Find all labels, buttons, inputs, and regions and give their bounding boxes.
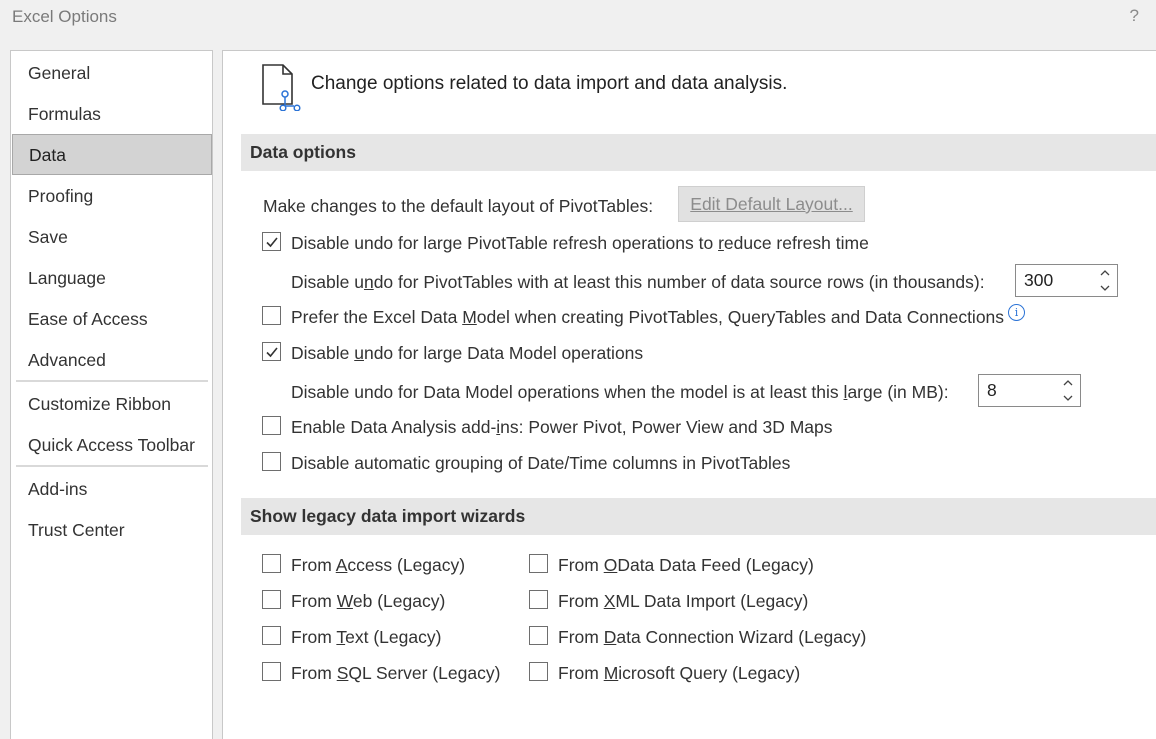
legacy-msquery-checkbox[interactable]	[529, 662, 548, 681]
nav-item-language[interactable]: Language	[12, 258, 212, 299]
nav-separator	[16, 380, 208, 382]
checkmark-icon	[266, 237, 278, 248]
prefer-data-model-label[interactable]: Prefer the Excel Data Model when creatin…	[291, 307, 1004, 328]
disable-grouping-checkbox[interactable]	[262, 452, 281, 471]
nav-item-add-ins[interactable]: Add-ins	[12, 469, 212, 510]
legacy-data-connection-label[interactable]: From Data Connection Wizard (Legacy)	[558, 627, 866, 648]
prefer-data-model-checkbox[interactable]	[262, 306, 281, 325]
edit-default-layout-button-label: Edit Default Layout...	[690, 194, 853, 214]
model-size-label: Disable undo for Data Model operations w…	[291, 382, 949, 402]
legacy-odata-checkbox[interactable]	[529, 554, 548, 573]
edit-default-layout-button[interactable]: Edit Default Layout...	[678, 186, 865, 222]
nav-item-advanced[interactable]: Advanced	[12, 340, 212, 381]
disable-undo-model-label[interactable]: Disable undo for large Data Model operat…	[291, 343, 643, 364]
info-icon[interactable]: i	[1008, 304, 1025, 321]
nav-item-trust-center[interactable]: Trust Center	[12, 510, 212, 551]
legacy-access-label[interactable]: From Access (Legacy)	[291, 555, 465, 576]
nav-item-general[interactable]: General	[12, 53, 212, 94]
legacy-xml-checkbox[interactable]	[529, 590, 548, 609]
window-title: Excel Options	[12, 7, 117, 26]
legacy-data-connection-checkbox[interactable]	[529, 626, 548, 645]
checkmark-icon	[266, 347, 278, 358]
legacy-access-checkbox[interactable]	[262, 554, 281, 573]
document-data-icon	[262, 64, 301, 111]
enable-addins-checkbox[interactable]	[262, 416, 281, 435]
legacy-msquery-label[interactable]: From Microsoft Query (Legacy)	[558, 663, 800, 684]
model-size-spinner[interactable]: 8	[978, 374, 1081, 407]
enable-addins-label[interactable]: Enable Data Analysis add-ins: Power Pivo…	[291, 417, 833, 438]
page-description: Change options related to data import an…	[311, 73, 788, 94]
section-legacy-wizards: Show legacy data import wizards	[241, 498, 1156, 535]
legacy-xml-label[interactable]: From XML Data Import (Legacy)	[558, 591, 808, 612]
disable-undo-pivot-checkbox[interactable]	[262, 232, 281, 251]
nav-item-data[interactable]: Data	[12, 134, 212, 175]
legacy-sql-label[interactable]: From SQL Server (Legacy)	[291, 663, 500, 684]
options-nav: General Formulas Data Proofing Save Lang…	[10, 50, 213, 739]
nav-item-formulas[interactable]: Formulas	[12, 94, 212, 135]
model-size-value: 8	[987, 380, 997, 400]
disable-grouping-label[interactable]: Disable automatic grouping of Date/Time …	[291, 453, 790, 474]
disable-undo-pivot-label[interactable]: Disable undo for large PivotTable refres…	[291, 233, 869, 254]
disable-undo-model-checkbox[interactable]	[262, 342, 281, 361]
nav-item-customize-ribbon[interactable]: Customize Ribbon	[12, 384, 212, 425]
title-bar: Excel Options ?	[0, 0, 1156, 38]
nav-item-proofing[interactable]: Proofing	[12, 176, 212, 217]
pivot-layout-label: Make changes to the default layout of Pi…	[263, 196, 654, 216]
nav-item-quick-access-toolbar[interactable]: Quick Access Toolbar	[12, 425, 212, 466]
legacy-text-checkbox[interactable]	[262, 626, 281, 645]
nav-separator	[16, 465, 208, 467]
spinner-arrows-icon[interactable]	[1062, 376, 1074, 405]
legacy-text-label[interactable]: From Text (Legacy)	[291, 627, 441, 648]
nav-item-ease-of-access[interactable]: Ease of Access	[12, 299, 212, 340]
section-data-options: Data options	[241, 134, 1156, 171]
legacy-web-label[interactable]: From Web (Legacy)	[291, 591, 445, 612]
options-panel: Change options related to data import an…	[222, 50, 1156, 739]
pivot-rows-label: Disable undo for PivotTables with at lea…	[291, 272, 985, 292]
pivot-rows-value: 300	[1024, 270, 1054, 290]
legacy-web-checkbox[interactable]	[262, 590, 281, 609]
legacy-sql-checkbox[interactable]	[262, 662, 281, 681]
nav-item-save[interactable]: Save	[12, 217, 212, 258]
legacy-odata-label[interactable]: From OData Data Feed (Legacy)	[558, 555, 814, 576]
pivot-rows-spinner[interactable]: 300	[1015, 264, 1118, 297]
help-button[interactable]: ?	[1130, 6, 1139, 26]
spinner-arrows-icon[interactable]	[1099, 266, 1111, 295]
